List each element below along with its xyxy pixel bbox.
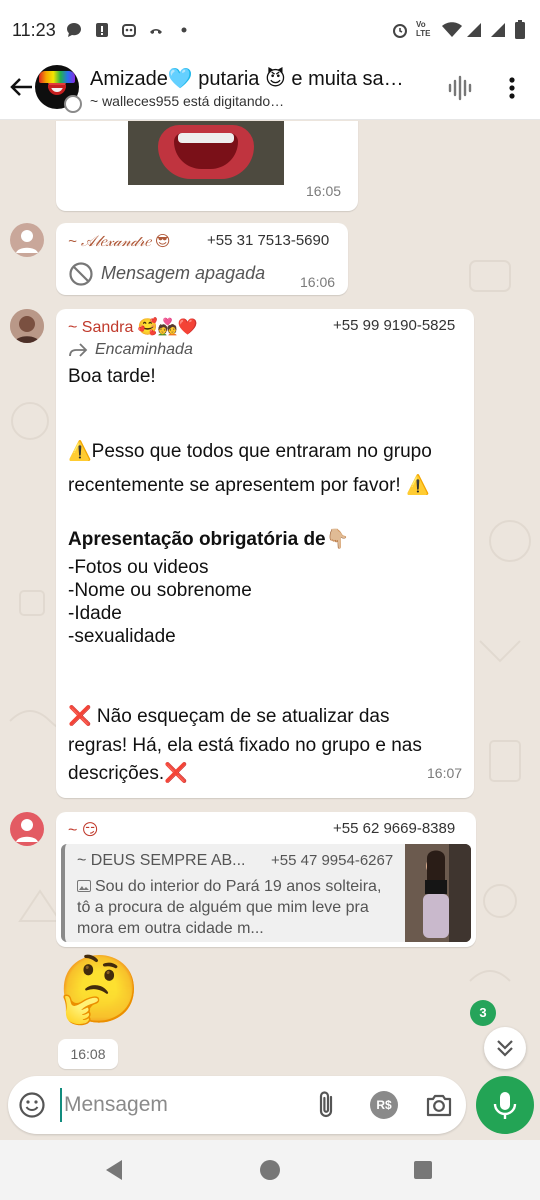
wifi-icon — [442, 22, 462, 37]
quoted-text: Sou do interior do Pará 19 anos solteira… — [77, 876, 395, 939]
image-message[interactable]: 16:05 — [56, 121, 358, 211]
message-line: recentemente se apresentem por favor! ⚠️ — [68, 475, 430, 496]
chat-header: Amizade🩵 putaria 😈 e muita sa… ~ wallece… — [0, 62, 540, 120]
message-line: -Fotos ou videos — [68, 557, 209, 578]
message-line: -Nome ou sobrenome — [68, 580, 252, 601]
mouth-graphic — [48, 85, 66, 95]
volte-icon: Vo LTE — [416, 20, 431, 38]
alarm-icon — [393, 24, 407, 38]
message-line: ⚠️Pesso que todos que entraram no grupo — [68, 441, 432, 462]
scroll-down-button[interactable] — [484, 1027, 526, 1069]
emoji-icon[interactable] — [18, 1091, 46, 1119]
nav-recents-icon[interactable] — [414, 1161, 432, 1179]
sender-name[interactable]: ~ 😏 — [68, 820, 98, 840]
message-line: descrições.❌ — [68, 763, 188, 784]
double-chevron-down-icon — [497, 1040, 513, 1057]
signal-icon — [491, 23, 505, 37]
attach-icon[interactable] — [312, 1089, 340, 1121]
sender-phone: +55 99 9190-5825 — [333, 317, 456, 334]
forwarded-label: Encaminhada — [95, 341, 193, 358]
photo-icon — [77, 880, 91, 892]
back-arrow-icon[interactable] — [6, 72, 36, 102]
text-message[interactable]: ~ Sandra 🥰💑❤️ +55 99 9190-5825 Encaminha… — [56, 309, 474, 798]
avatar[interactable] — [10, 309, 44, 343]
nav-back-icon[interactable] — [104, 1159, 124, 1181]
quoted-sender: ~ DEUS SEMPRE AB... — [77, 852, 246, 869]
quoted-text-body: Sou do interior do Pará 19 anos solteira… — [77, 878, 382, 937]
chat-area[interactable]: 16:05 ~ 𝒜𝓁𝑒𝓍𝒶𝓃𝒹𝓇𝑒 😎 +55 31 7513-5690 Men… — [0, 121, 540, 1075]
status-ring-icon — [64, 95, 82, 113]
rainbow-lips-graphic — [39, 71, 75, 83]
image-thumbnail[interactable] — [128, 121, 284, 185]
message-time: 16:05 — [306, 183, 342, 199]
message-composer: R$ — [8, 1076, 466, 1134]
deleted-text: Mensagem apagada — [101, 263, 266, 283]
message-line: regras! Há, ela está fixado no grupo e n… — [68, 735, 422, 756]
message-time: 16:08 — [58, 1039, 118, 1069]
sticker-message[interactable]: 🤔 — [58, 949, 140, 1029]
teeth-graphic — [178, 133, 234, 143]
sender-name[interactable]: ~ Sandra 🥰💑❤️ — [68, 317, 198, 337]
signal-icon — [467, 23, 481, 37]
reply-message[interactable]: ~ 😏 +55 62 9669-8389 ~ DEUS SEMPRE AB...… — [56, 812, 476, 947]
voice-chat-icon[interactable] — [446, 74, 474, 102]
message-line: -Idade — [68, 603, 122, 624]
message-time: 16:07 — [427, 765, 463, 781]
blocked-icon — [69, 262, 93, 286]
mic-icon — [493, 1092, 517, 1119]
message-line: -sexualidade — [68, 626, 176, 647]
typing-status: ~ walleces955 está digitando… — [90, 93, 285, 109]
message-time: 16:06 — [300, 274, 336, 290]
clock: 11:23 — [12, 20, 56, 40]
dot-icon — [181, 27, 187, 33]
avatar[interactable] — [10, 223, 44, 257]
message-line: ❌ Não esqueçam de se atualizar das — [68, 706, 390, 727]
forward-arrow-icon — [69, 343, 88, 357]
message-input[interactable] — [60, 1088, 300, 1122]
group-title[interactable]: Amizade🩵 putaria 😈 e muita sa… — [90, 66, 430, 91]
robot-icon — [122, 24, 136, 37]
deleted-message[interactable]: ~ 𝒜𝓁𝑒𝓍𝒶𝓃𝒹𝓇𝑒 😎 +55 31 7513-5690 Mensagem … — [56, 223, 348, 295]
payment-button[interactable]: R$ — [370, 1091, 398, 1119]
more-options-icon[interactable] — [500, 74, 524, 102]
sender-phone: +55 62 9669-8389 — [333, 820, 456, 837]
message-line-bold: Apresentação obrigatória de👇🏼 — [68, 529, 350, 550]
camera-icon[interactable] — [424, 1090, 454, 1120]
quoted-image-thumbnail[interactable] — [405, 844, 471, 942]
message-line: Boa tarde! — [68, 366, 156, 387]
quoted-message[interactable]: ~ DEUS SEMPRE AB... +55 47 9954-6267 Sou… — [61, 844, 471, 942]
nav-home-icon[interactable] — [260, 1160, 280, 1180]
sender-name[interactable]: ~ 𝒜𝓁𝑒𝓍𝒶𝓃𝒹𝓇𝑒 😎 — [68, 232, 171, 250]
mic-button[interactable] — [476, 1076, 534, 1134]
chat-bubble-icon — [67, 23, 81, 37]
battery-icon — [515, 20, 525, 39]
unread-badge: 3 — [470, 1000, 496, 1026]
alert-icon — [96, 23, 108, 37]
sender-phone: +55 31 7513-5690 — [207, 232, 330, 249]
missed-call-icon — [150, 29, 162, 34]
system-nav-bar — [0, 1140, 540, 1200]
status-bar: 11:23 Vo LTE — [0, 0, 540, 62]
quoted-phone: +55 47 9954-6267 — [271, 852, 394, 869]
avatar[interactable] — [10, 812, 44, 846]
